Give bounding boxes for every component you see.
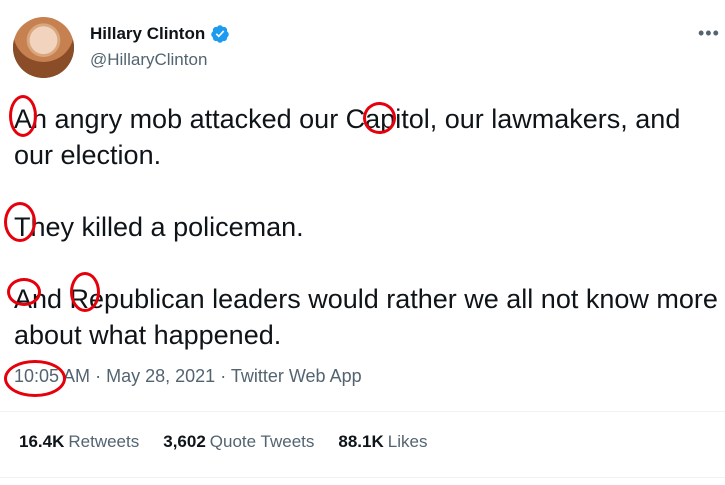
retweets-count: 16.4K	[19, 432, 65, 451]
quote-tweets-count: 3,602	[163, 432, 206, 451]
likes-label: Likes	[387, 432, 428, 451]
likes-count: 88.1K	[338, 432, 384, 451]
annotation-circle	[7, 278, 41, 306]
retweets-stat[interactable]: 16.4K Retweets	[19, 432, 139, 452]
likes-stat[interactable]: 88.1K Likes	[338, 432, 427, 452]
tweet-text: An angry mob attacked our Capitol, our l…	[14, 104, 718, 350]
annotation-circle	[4, 360, 66, 397]
quote-tweets-stat[interactable]: 3,602 Quote Tweets	[163, 432, 314, 452]
tweet-meta: 10:05 AM · May 28, 2021 · Twitter Web Ap…	[14, 366, 362, 387]
verified-badge-icon	[210, 24, 230, 44]
meta-separator: ·	[95, 366, 102, 386]
annotation-circle	[4, 202, 36, 242]
meta-separator: ·	[220, 366, 227, 386]
tweet-date[interactable]: May 28, 2021	[106, 366, 215, 386]
author-handle[interactable]: @HillaryClinton	[90, 50, 207, 70]
divider	[0, 411, 725, 412]
display-name[interactable]: Hillary Clinton	[90, 24, 205, 44]
annotation-circle	[9, 95, 37, 137]
avatar[interactable]	[13, 17, 74, 78]
author-name-row: Hillary Clinton	[90, 24, 230, 44]
tweet-source[interactable]: Twitter Web App	[231, 366, 362, 386]
tweet-card: Hillary Clinton @HillaryClinton ••• An a…	[0, 0, 725, 485]
more-options-icon[interactable]: •••	[698, 23, 720, 44]
engagement-stats: 16.4K Retweets 3,602 Quote Tweets 88.1K Lik…	[19, 432, 427, 452]
divider	[0, 477, 725, 478]
annotation-circle	[363, 102, 396, 134]
quote-tweets-label: Quote Tweets	[209, 432, 315, 451]
annotation-circle	[70, 272, 100, 312]
retweets-label: Retweets	[68, 432, 140, 451]
